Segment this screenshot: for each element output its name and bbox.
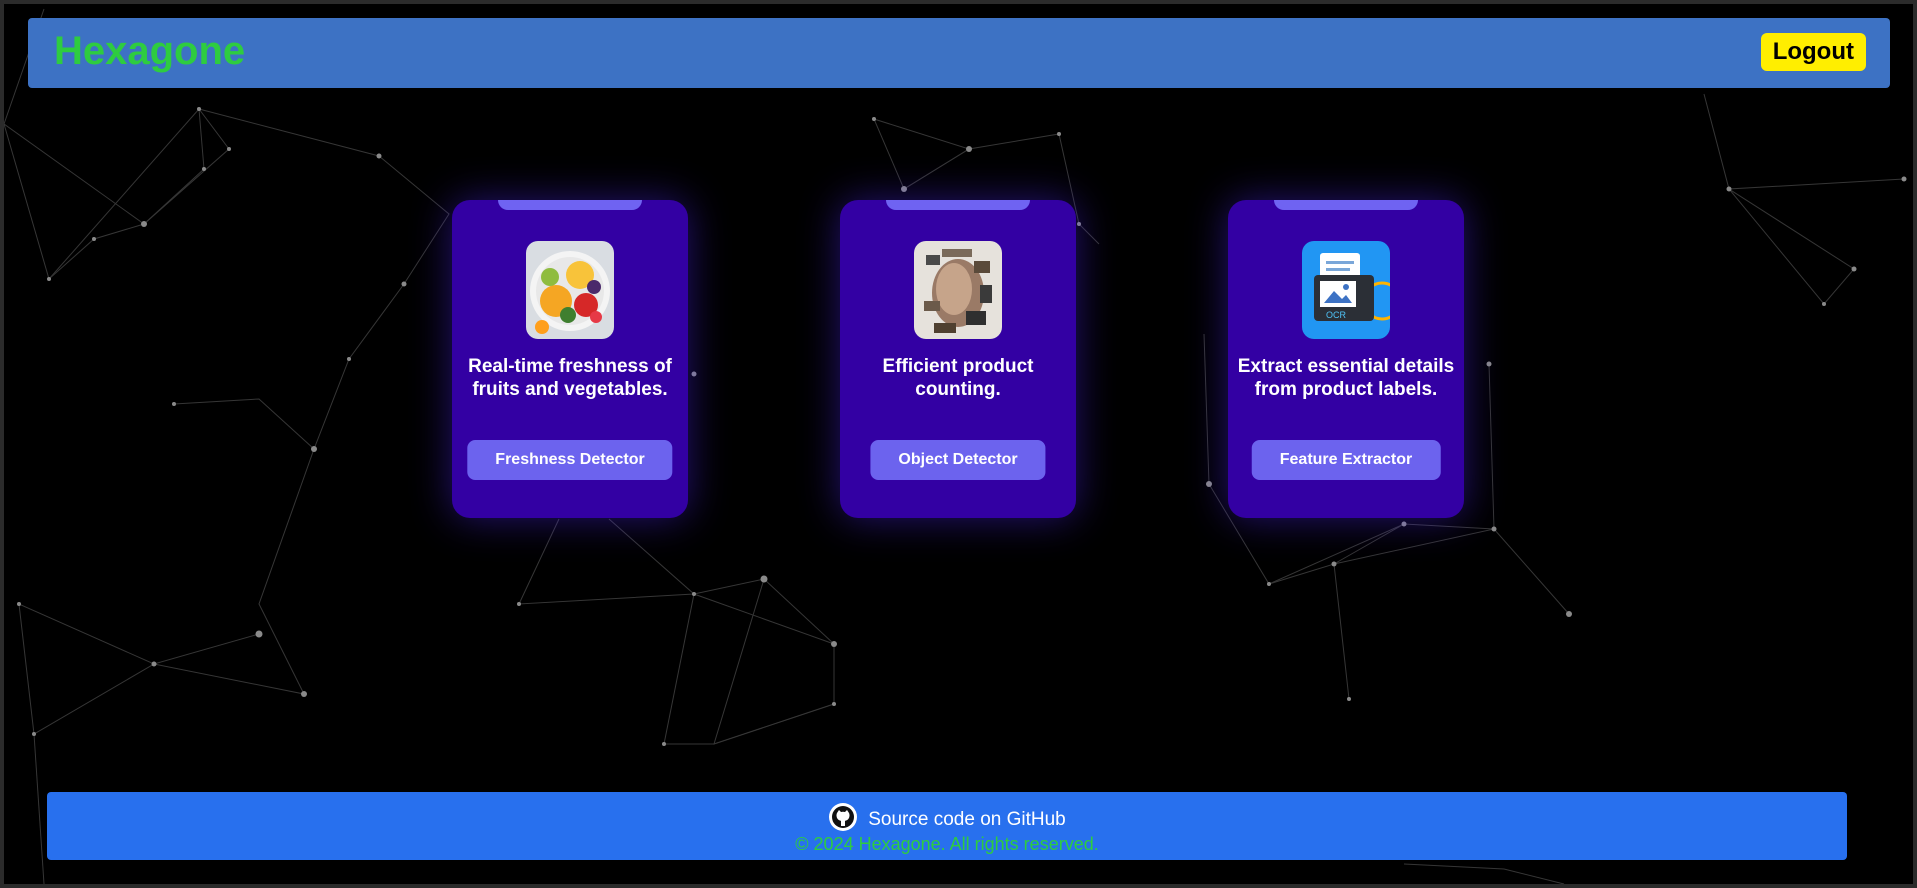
fruit-platter-image <box>526 241 614 339</box>
freshness-detector-button[interactable]: Freshness Detector <box>467 440 673 480</box>
ocr-badge-text: OCR <box>1326 310 1347 320</box>
copyright-text: © 2024 Hexagone. All rights reserved. <box>795 834 1099 854</box>
github-source-link[interactable]: Source code on GitHub <box>868 809 1066 831</box>
ocr-document-image: OCR <box>1302 241 1390 339</box>
object-detector-card: Efficient product counting. Object Detec… <box>840 200 1076 518</box>
card-top-tab <box>1274 200 1418 210</box>
card-top-tab <box>498 200 642 210</box>
card-description: Extract essential details from product l… <box>1237 356 1455 400</box>
freshness-detector-card: Real-time freshness of fruits and vegeta… <box>452 200 688 518</box>
fragmented-face-image <box>914 241 1002 339</box>
github-row: Source code on GitHub <box>47 802 1847 837</box>
feature-extractor-card: OCR Extract essential details from produ… <box>1228 200 1464 518</box>
top-header-bar: Hexagone Logout <box>28 18 1890 88</box>
page-frame: Hexagone Logout Real-time freshness of f… <box>4 4 1913 884</box>
card-top-tab <box>886 200 1030 210</box>
object-detector-button[interactable]: Object Detector <box>870 440 1046 480</box>
brand-logo-text[interactable]: Hexagone <box>54 29 245 74</box>
card-description: Real-time freshness of fruits and vegeta… <box>468 356 672 400</box>
card-description: Efficient product counting. <box>882 356 1034 400</box>
github-icon[interactable] <box>828 802 858 837</box>
page-footer: Source code on GitHub © 2024 Hexagone. A… <box>47 792 1847 860</box>
feature-extractor-button[interactable]: Feature Extractor <box>1251 440 1441 480</box>
logout-button[interactable]: Logout <box>1760 33 1866 71</box>
